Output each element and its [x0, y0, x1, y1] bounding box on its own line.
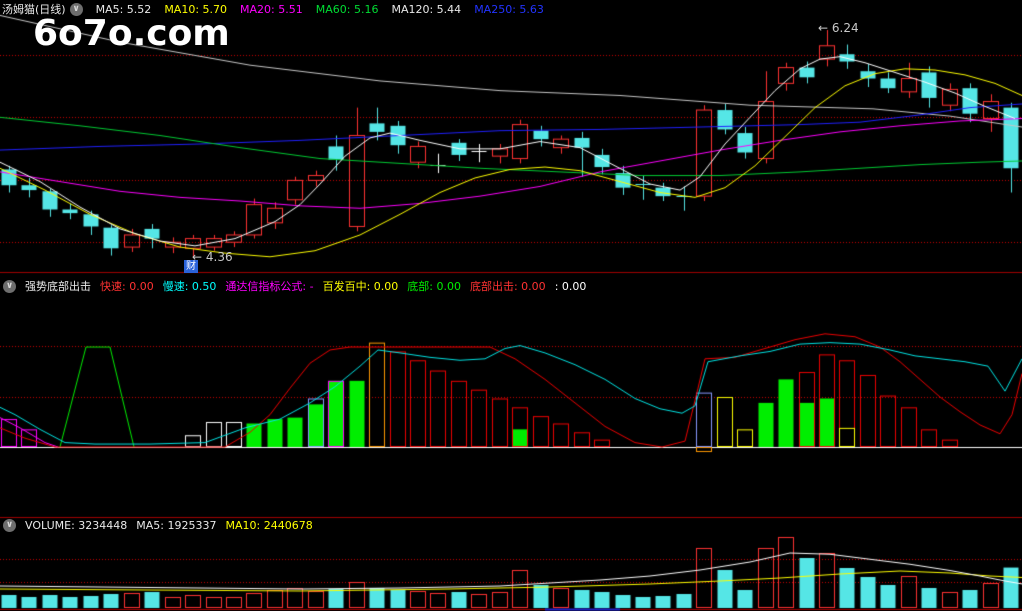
indicator-field-attack: 底部出击: 0.00 [469, 280, 546, 293]
volume-ma10-readout: MA10: 2440678 [225, 519, 313, 532]
indicator-field-formula: 通达信指标公式: - [225, 280, 314, 293]
stock-app-window: 6o7o.com 汤姆猫(日线) ∨ MA5: 5.52 MA10: 5.70 … [0, 0, 1022, 611]
stock-title: 汤姆猫(日线) [2, 3, 66, 16]
ma60-readout: MA60: 5.16 [315, 2, 379, 16]
collapse-indicator-icon[interactable]: ∨ [3, 279, 16, 293]
low-price-label: 4.36 [205, 250, 233, 264]
indicator-title[interactable]: 强势底部出击 [25, 278, 91, 294]
low-price-annotation: ← 4.36 [192, 250, 233, 264]
indicator-field-slow: 慢速: 0.50 [162, 280, 217, 293]
indicator-field-bottom: 底部: 0.00 [407, 280, 461, 293]
indicator-field-extra: : 0.00 [554, 279, 587, 293]
ma20-readout: MA20: 5.51 [240, 2, 303, 16]
high-price-annotation: ← 6.24 [818, 21, 859, 35]
ma250-readout: MA250: 5.63 [474, 2, 544, 16]
indicator-field-baifa: 百发百中: 0.00 [322, 280, 399, 293]
high-price-label: 6.24 [831, 21, 859, 35]
volume-ma5-readout: MA5: 1925337 [136, 519, 217, 532]
collapse-main-icon[interactable]: ∨ [69, 2, 83, 16]
annotation-arrow-icon: ← [818, 21, 829, 35]
indicator-field-fast: 快速: 0.00 [100, 280, 154, 293]
cai-marker[interactable]: 财 [184, 260, 198, 273]
ma10-readout: MA10: 5.70 [164, 2, 228, 16]
watermark: 6o7o.com [33, 13, 230, 54]
ma5-readout: MA5: 5.52 [95, 2, 152, 16]
collapse-volume-icon[interactable]: ∨ [3, 519, 16, 532]
ma120-readout: MA120: 5.44 [391, 2, 462, 16]
indicator-header: ∨ 强势底部出击 快速: 0.00 慢速: 0.50 通达信指标公式: - 百发… [3, 278, 595, 294]
volume-readout: VOLUME: 3234448 [25, 519, 128, 532]
volume-header: ∨ VOLUME: 3234448 MA5: 1925337 MA10: 244… [3, 519, 322, 532]
main-chart-header: 汤姆猫(日线) ∨ MA5: 5.52 MA10: 5.70 MA20: 5.5… [2, 1, 557, 17]
